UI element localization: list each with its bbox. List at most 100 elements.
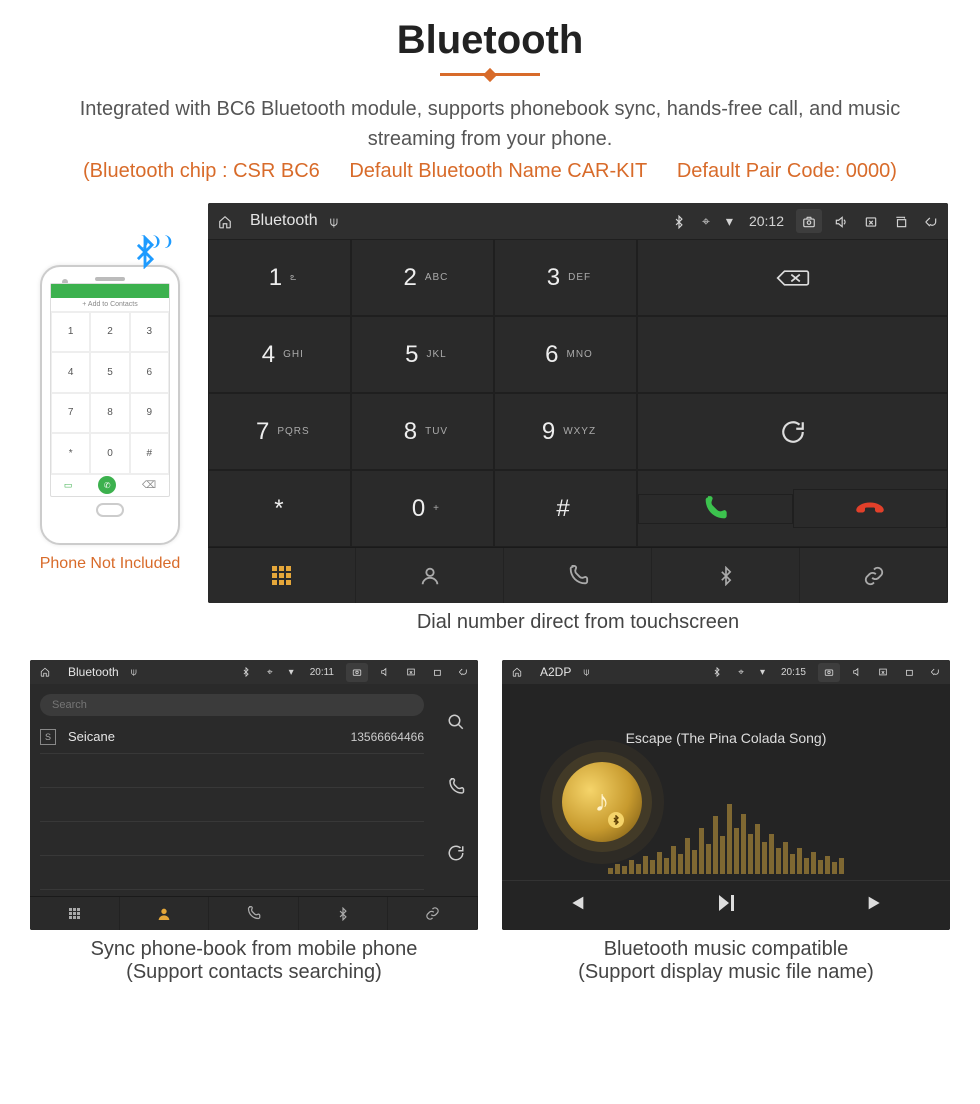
keypad-key-6[interactable]: 6MNO	[494, 316, 637, 393]
close-app-icon[interactable]	[860, 211, 882, 231]
phone-icon	[567, 565, 589, 587]
link-icon	[863, 565, 885, 587]
end-call-button[interactable]	[793, 489, 947, 528]
keypad-icon	[272, 566, 291, 585]
tab-calls[interactable]	[209, 897, 299, 930]
bluetooth-icon	[716, 566, 736, 586]
usb-icon: ⍦	[579, 665, 593, 680]
intro-text: Integrated with BC6 Bluetooth module, su…	[0, 94, 980, 154]
location-icon: ⌖	[698, 211, 714, 232]
keypad-key-9[interactable]: 9WXYZ	[494, 393, 637, 470]
person-icon	[419, 565, 441, 587]
status-bar: A2DP ⍦ ⌖ ▾ 20:15	[502, 660, 950, 684]
home-icon[interactable]	[214, 211, 236, 231]
recent-apps-icon[interactable]	[900, 665, 918, 680]
phone-key: 4	[51, 352, 90, 393]
wifi-icon: ▾	[285, 665, 298, 680]
tab-bluetooth[interactable]	[299, 897, 389, 930]
keypad-key-#[interactable]: #.	[494, 470, 637, 547]
backspace-button[interactable]	[637, 239, 948, 316]
volume-icon[interactable]	[376, 665, 394, 680]
music-caption: Bluetooth music compatible (Support disp…	[502, 938, 950, 984]
phone-key: 1	[51, 312, 90, 353]
clock-time: 20:12	[745, 211, 788, 231]
status-bar: Bluetooth ⍦ ⌖ ▾ 20:12	[208, 203, 948, 239]
keypad-key-7[interactable]: 7PQRS	[208, 393, 351, 470]
visualizer	[502, 784, 950, 874]
location-icon: ⌖	[734, 665, 748, 680]
status-bar: Bluetooth ⍦ ⌖ ▾ 20:11	[30, 660, 478, 684]
spec-chip: (Bluetooth chip : CSR BC6	[83, 160, 320, 182]
play-pause-button[interactable]	[714, 891, 738, 921]
back-icon[interactable]	[926, 665, 944, 680]
location-icon: ⌖	[263, 665, 277, 680]
screenshot-icon[interactable]	[818, 663, 840, 682]
phone-add-contact: + Add to Contacts	[51, 298, 169, 312]
phone-icon	[246, 906, 261, 921]
back-icon[interactable]	[920, 211, 942, 231]
volume-icon[interactable]	[830, 211, 852, 231]
music-screen: A2DP ⍦ ⌖ ▾ 20:15 Escape (The Pina Colada…	[502, 660, 950, 930]
tab-keypad[interactable]	[208, 548, 356, 603]
home-icon[interactable]	[508, 665, 526, 680]
tab-keypad[interactable]	[30, 897, 120, 930]
bottom-tabs	[208, 547, 948, 603]
bluetooth-status-icon	[708, 665, 726, 680]
spec-name: Default Bluetooth Name CAR-KIT	[349, 160, 647, 182]
volume-icon[interactable]	[848, 665, 866, 680]
back-icon[interactable]	[454, 665, 472, 680]
tab-bluetooth[interactable]	[652, 548, 800, 603]
phone-mock: ❩❩❩ + Add to Contacts 123456789*0# ▭ ✆ ⌫…	[30, 265, 190, 573]
wifi-icon: ▾	[756, 665, 769, 680]
screen-title: Bluetooth	[68, 665, 119, 679]
redial-button[interactable]	[637, 393, 948, 470]
title-divider	[440, 73, 540, 76]
phone-key: 6	[130, 352, 169, 393]
home-icon[interactable]	[36, 665, 54, 680]
keypad-key-8[interactable]: 8TUV	[351, 393, 494, 470]
recent-apps-icon[interactable]	[428, 665, 446, 680]
phone-key: 8	[90, 393, 129, 434]
bluetooth-icon	[336, 907, 350, 921]
keypad-key-0[interactable]: 0+	[351, 470, 494, 547]
person-icon	[156, 906, 172, 922]
link-icon	[425, 906, 440, 921]
keypad-key-4[interactable]: 4GHI	[208, 316, 351, 393]
tab-calls[interactable]	[504, 548, 652, 603]
bluetooth-status-icon	[668, 211, 690, 231]
call-button[interactable]	[638, 494, 792, 524]
keypad-key-5[interactable]: 5JKL	[351, 316, 494, 393]
screen-title: A2DP	[540, 665, 571, 679]
page-title: Bluetooth	[0, 18, 980, 63]
screenshot-icon[interactable]	[796, 209, 822, 233]
phone-caption: Phone Not Included	[30, 555, 190, 573]
contact-row[interactable]: SSeicane13566664466	[40, 720, 424, 754]
phone-backspace-icon: ⌫	[142, 480, 156, 491]
contact-row-empty	[40, 754, 424, 788]
screenshot-icon[interactable]	[346, 663, 368, 682]
search-icon[interactable]	[447, 713, 465, 736]
spec-code: Default Pair Code: 0000)	[677, 160, 897, 182]
search-input[interactable]	[40, 694, 424, 716]
keypad-key-*[interactable]: *.	[208, 470, 351, 547]
tab-pair[interactable]	[388, 897, 478, 930]
phone-voicemail-icon: ▭	[64, 480, 73, 491]
prev-track-button[interactable]	[565, 892, 587, 920]
empty-cell	[637, 316, 948, 393]
tab-pair[interactable]	[800, 548, 948, 603]
keypad-key-1[interactable]: 1ఽ	[208, 239, 351, 316]
sync-icon[interactable]	[447, 844, 465, 867]
phone-key: 3	[130, 312, 169, 353]
next-track-button[interactable]	[865, 892, 887, 920]
contact-row-empty	[40, 856, 424, 890]
keypad-icon	[69, 908, 80, 919]
keypad-key-2[interactable]: 2ABC	[351, 239, 494, 316]
recent-apps-icon[interactable]	[890, 211, 912, 231]
tab-contacts[interactable]	[120, 897, 210, 930]
tab-contacts[interactable]	[356, 548, 504, 603]
keypad-key-3[interactable]: 3DEF	[494, 239, 637, 316]
close-app-icon[interactable]	[402, 665, 420, 680]
phone-key: 9	[130, 393, 169, 434]
phone-icon[interactable]	[447, 778, 465, 801]
close-app-icon[interactable]	[874, 665, 892, 680]
